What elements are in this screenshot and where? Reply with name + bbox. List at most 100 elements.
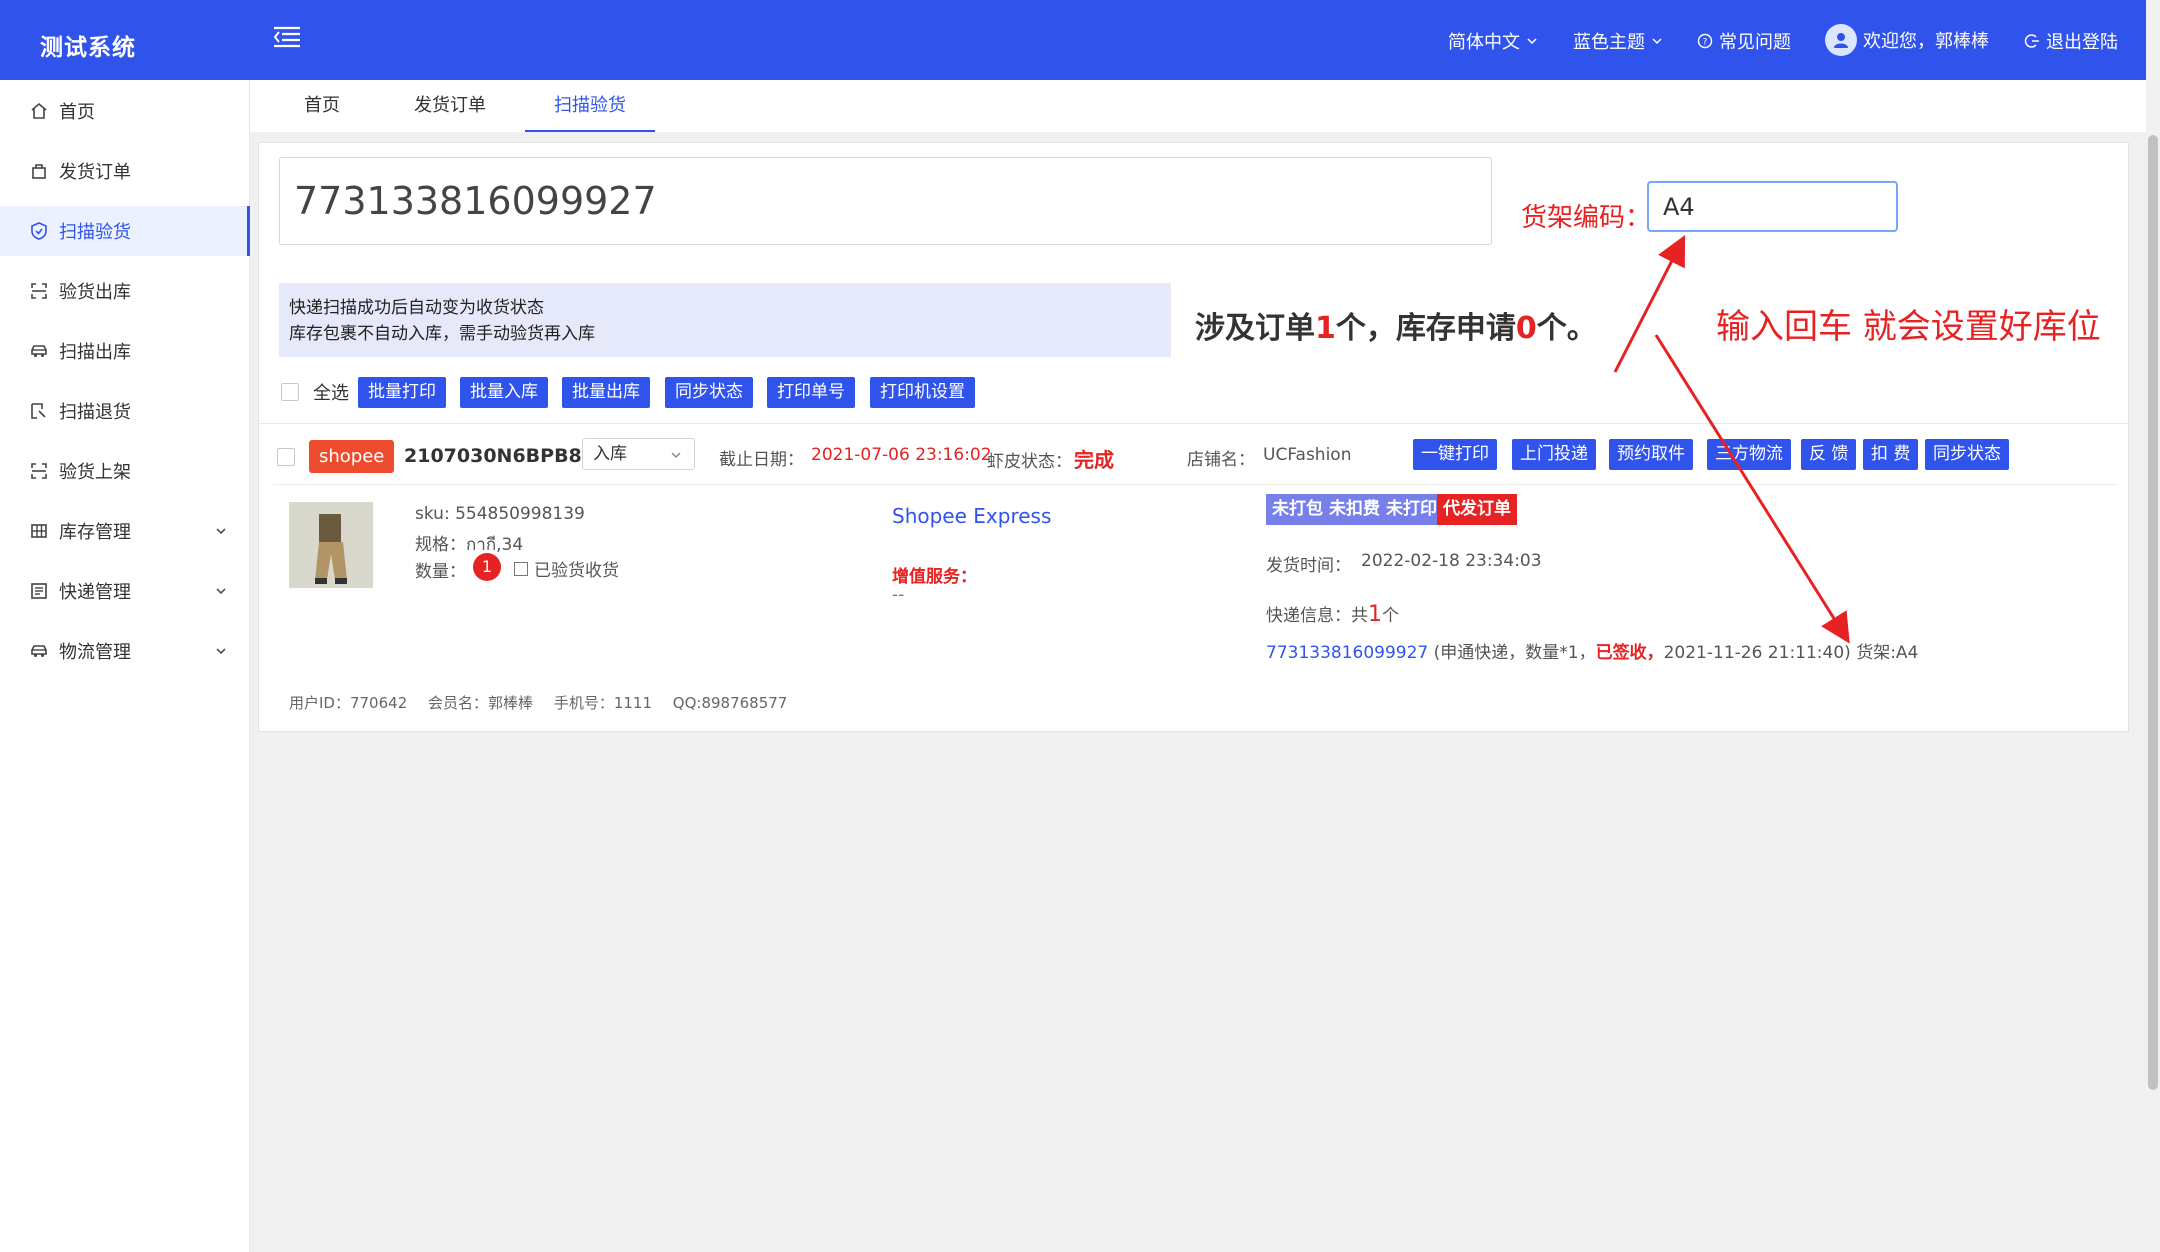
language-dropdown[interactable]: 简体中文 [1448,28,1538,54]
tab-shipping-orders[interactable]: 发货订单 [400,80,500,132]
sidebar-item-label: 库存管理 [59,522,131,543]
printer-settings-button[interactable]: 打印机设置 [870,377,975,408]
shelf-code-input[interactable] [1647,181,1898,232]
feedback-button[interactable]: 反 馈 [1801,439,1857,470]
sidebar-item-logistics[interactable]: 物流管理 [0,626,250,676]
notice-line: 快递扫描成功后自动变为收货状态 [289,298,544,318]
tag-unprinted: 未打印 [1380,494,1443,525]
order-number: 2107030N6BPB8D [404,445,598,467]
welcome-text: 欢迎您，郭棒棒 [1863,31,1989,52]
sidebar-item-label: 扫描退货 [59,402,131,423]
phone-number: 手机号：1111 [553,694,653,712]
ship-time-label: 发货时间： [1266,556,1351,576]
scrollbar-thumb[interactable] [2148,135,2158,1090]
tag-uncharged: 未扣费 [1323,494,1386,525]
express-detail: (申通快递，数量*1， [1428,643,1596,663]
sidebar-item-inventory[interactable]: 库存管理 [0,506,250,556]
main-content: 货架编码： 快递扫描成功后自动变为收货状态 库存包裹不自动入库，需手动验货再入库… [250,132,2146,1252]
logout-link[interactable]: 退出登陆 [2024,28,2118,54]
grid-icon [31,524,47,538]
express-info-suffix: 个 [1382,606,1399,626]
product-sku: sku: 554850998139 [415,504,585,524]
sidebar-item-shipping-orders[interactable]: 发货订单 [0,146,250,196]
express-detail: 2021-11-26 21:11:40) 货架:A4 [1663,643,1919,663]
chevron-down-icon [671,452,681,458]
scan-icon [31,283,47,299]
list-icon [31,583,47,599]
tab-scan-inspection[interactable]: 扫描验货 [525,80,655,132]
tracking-number-input[interactable] [279,157,1492,245]
sidebar-item-label: 首页 [59,102,95,123]
sidebar: 首页 发货订单 扫描验货 验货出库 扫描出库 扫描退货 验货上架 库存管理 快递… [0,80,250,1252]
quantity-label: 数量： [415,562,466,582]
deadline-value: 2021-07-06 23:16:02 [811,445,992,465]
summary-stock-count: 0 [1515,311,1537,346]
sidebar-item-scan-outbound[interactable]: 扫描出库 [0,326,250,376]
sidebar-item-inspection-outbound[interactable]: 验货出库 [0,266,250,316]
print-tracking-button[interactable]: 打印单号 [767,377,855,408]
sidebar-item-scan-return[interactable]: 扫描退货 [0,386,250,436]
car-icon [31,345,47,357]
tag-unpacked: 未打包 [1266,494,1329,525]
home-icon [31,102,47,119]
avatar [1825,24,1857,56]
chevron-down-icon [216,648,226,655]
order-card: shopee 2107030N6BPB8D 入库 截止日期： 2021-07-0… [259,423,2130,723]
arrow-to-shelf-input [1613,234,1686,373]
third-party-logistics-button[interactable]: 三方物流 [1707,439,1791,470]
faq-link[interactable]: ? 常见问题 [1697,28,1791,54]
inspected-received-checkbox[interactable]: 已验货收货 [514,556,619,581]
chevron-down-icon [1652,38,1662,45]
summary-part: 个，库存申请 [1335,311,1516,346]
menu-toggle-icon[interactable] [270,22,304,52]
deduct-fee-button[interactable]: 扣 费 [1863,439,1919,470]
theme-label: 蓝色主题 [1573,32,1645,53]
store-name: UCFashion [1263,445,1352,465]
sidebar-item-home[interactable]: 首页 [0,86,250,136]
deadline-label: 截止日期： [719,450,804,470]
product-image [289,502,373,588]
quantity-badge: 1 [473,553,501,581]
checkbox-box [281,383,299,401]
tag-dropship-order: 代发订单 [1437,494,1517,525]
batch-inbound-button[interactable]: 批量入库 [460,377,548,408]
logout-icon [2024,34,2039,48]
order-checkbox[interactable] [277,448,295,466]
sidebar-item-shelving[interactable]: 验货上架 [0,446,250,496]
schedule-pickup-button[interactable]: 预约取件 [1609,439,1693,470]
select-all-checkbox[interactable]: 全选 [281,379,349,405]
order-status-select[interactable]: 入库 [582,438,695,470]
express-tracking-link[interactable]: 773133816099927 [1266,643,1428,663]
carrier-name[interactable]: Shopee Express [892,504,1051,528]
ship-time-value: 2022-02-18 23:34:03 [1361,551,1542,571]
sidebar-item-scan-inspection[interactable]: 扫描验货 [0,206,250,256]
chevron-down-icon [216,588,226,595]
scan-panel: 货架编码： 快递扫描成功后自动变为收货状态 库存包裹不自动入库，需手动验货再入库… [258,142,2130,732]
user-id: 用户ID：770642 [289,694,408,712]
value-added-service-label: 增值服务： [892,567,977,587]
door-delivery-button[interactable]: 上门投递 [1512,439,1596,470]
one-click-print-button[interactable]: 一键打印 [1413,439,1497,470]
select-all-label: 全选 [313,383,349,404]
checkbox-box [514,561,528,576]
batch-outbound-button[interactable]: 批量出库 [562,377,650,408]
sidebar-item-label: 扫描出库 [59,342,131,363]
summary-part: 个。 [1536,311,1597,346]
order-sync-status-button[interactable]: 同步状态 [1925,439,2009,470]
divider [273,484,2116,485]
tab-home[interactable]: 首页 [292,80,352,132]
sidebar-item-label: 物流管理 [59,642,131,663]
sync-status-button[interactable]: 同步状态 [665,377,753,408]
express-detail-line: 773133816099927 (申通快递，数量*1，已签收，2021-11-2… [1266,638,1918,663]
batch-print-button[interactable]: 批量打印 [358,377,446,408]
shopee-status-label: 虾皮状态： [987,452,1072,472]
svg-text:?: ? [1703,38,1708,48]
sidebar-item-express[interactable]: 快递管理 [0,566,250,616]
summary-part: 涉及订单 [1195,311,1315,346]
question-circle-icon: ? [1697,33,1713,49]
express-signed-status: 已签收， [1595,643,1664,663]
user-menu[interactable]: 欢迎您，郭棒棒 [1825,24,1989,56]
value-added-service-value: -- [892,585,905,605]
theme-dropdown[interactable]: 蓝色主题 [1573,28,1663,54]
page-tabs: 首页 发货订单 扫描验货 [250,80,2146,132]
